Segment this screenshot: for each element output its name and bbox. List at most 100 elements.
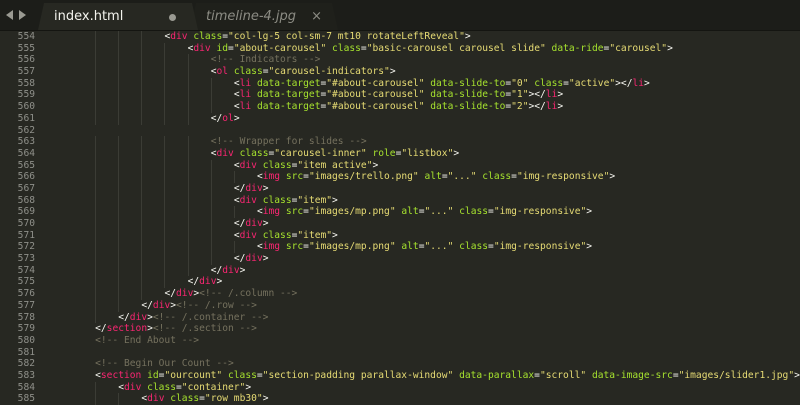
code-token: li (239, 77, 252, 89)
code-token: "#about-carousel" (326, 101, 425, 113)
code-line[interactable]: 557 <ol class="carousel-indicators"> (0, 66, 800, 78)
code-token: class (228, 369, 257, 381)
indent-guide (95, 288, 97, 300)
code-token: "carousel" (609, 42, 668, 54)
indent-guide (95, 77, 97, 90)
code-line[interactable]: 572 <img src="images/mp.png" alt="..." cl… (0, 241, 800, 254)
code-line[interactable]: 560 <li data-target="#about-carousel" dat… (0, 101, 800, 113)
code-line[interactable]: 585 <div class="row mb30"> (0, 393, 800, 405)
indent-guide (164, 229, 166, 242)
line-number: 554 (17, 31, 35, 42)
code-line[interactable]: 578 </div><!-- /.container --> (0, 311, 800, 324)
code-token: "container" (181, 381, 246, 393)
code-line[interactable]: 562 (0, 125, 800, 137)
code-token: data-ride (551, 42, 604, 54)
indent-guide (187, 182, 189, 195)
code-line[interactable]: 571 <div class="item"> (0, 229, 800, 242)
indent-guide (187, 241, 189, 254)
code-line[interactable]: 582 <!-- Begin Our Count --> (0, 358, 800, 370)
line-number: 574 (17, 264, 35, 276)
indent-guide (164, 276, 166, 289)
indent-guide (164, 89, 166, 102)
code-line[interactable]: 559 <li data-target="#about-carousel" dat… (0, 89, 800, 102)
nav-left-arrow-icon[interactable] (6, 10, 13, 20)
line-text: <div class="container"> (118, 382, 251, 394)
line-text: </ol> (211, 113, 240, 125)
code-token: > (557, 101, 564, 113)
code-line[interactable]: 577 </div><!-- /.row --> (0, 299, 800, 312)
code-token: <!-- Wrapper for slides --> (210, 136, 367, 148)
tab-label: timeline-4.jpg (206, 9, 297, 24)
code-token: src (285, 241, 304, 253)
code-line[interactable]: 563 <!-- Wrapper for slides --> (0, 136, 800, 148)
code-line[interactable]: 564 <div class="carousel-inner" role="lis… (0, 147, 800, 160)
nav-right-arrow-icon[interactable] (19, 10, 26, 20)
code-line[interactable]: 574 </div> (0, 264, 800, 277)
code-token: alt (424, 171, 442, 183)
line-number: 580 (17, 334, 35, 346)
indent-guide (141, 147, 143, 160)
code-line[interactable]: 565 <div class="item active"> (0, 159, 800, 172)
code-token: div (239, 194, 257, 206)
code-area[interactable]: 554 <div class="col-lg-5 col-sm-7 mt10 ro… (0, 31, 800, 405)
line-number: 562 (17, 124, 35, 136)
line-number: 564 (17, 147, 35, 159)
indent-guide (141, 276, 143, 289)
indent-guide (164, 159, 166, 172)
code-line[interactable]: 568 <div class="item"> (0, 194, 800, 207)
code-token: li (239, 101, 252, 113)
code-token: class (170, 393, 200, 405)
code-line[interactable]: 561 </ol> (0, 112, 800, 125)
code-token: class (459, 241, 489, 253)
code-line[interactable]: 569 <img src="images/mp.png" alt="..." cl… (0, 206, 800, 218)
code-token: li (239, 89, 252, 101)
code-token: div (152, 299, 171, 311)
indent-guide (164, 112, 166, 125)
code-line[interactable]: 567 </div> (0, 182, 800, 195)
code-line[interactable]: 576 </div><!-- /.column --> (0, 288, 800, 300)
unsaved-dot-icon[interactable] (169, 14, 176, 21)
code-token: img (262, 206, 281, 218)
close-icon[interactable]: × (311, 9, 322, 24)
code-line[interactable]: 555 <div id="about-carousel" class="basic… (0, 42, 800, 55)
indent-guide (187, 159, 189, 172)
code-line[interactable]: 556 <!-- Indicators --> (0, 54, 800, 67)
code-token: div (245, 182, 263, 194)
line-number: 565 (17, 159, 35, 171)
code-token: "carousel-inner" (274, 147, 367, 159)
code-line[interactable]: 558 <li data-target="#about-carousel" dat… (0, 77, 800, 90)
code-line[interactable]: 579 </section><!-- /.section --> (0, 323, 800, 335)
code-token: "..." (447, 171, 477, 183)
code-token: "listbox" (401, 147, 454, 159)
code-editor[interactable]: 554 <div class="col-lg-5 col-sm-7 mt10 ro… (0, 31, 800, 405)
indent-guide (95, 66, 97, 78)
tab-timeline-4-jpg[interactable]: timeline-4.jpg × (190, 3, 338, 30)
code-token: data-slide-to (430, 101, 506, 113)
indent-guide (95, 101, 97, 113)
code-token: "img-responsive" (516, 171, 610, 183)
code-token: class (233, 66, 263, 78)
code-line[interactable]: 573 </div> (0, 253, 800, 265)
indent-guide (95, 253, 97, 265)
code-token: "row mb30" (204, 393, 263, 405)
code-line[interactable]: 566 <img src="images/trello.png" alt="...… (0, 171, 800, 183)
line-text: <div id="about-carousel" class="basic-ca… (188, 43, 673, 55)
tab-index-html[interactable]: index.html (38, 3, 198, 30)
code-token: role (372, 147, 396, 159)
code-line[interactable]: 575 </div> (0, 276, 800, 289)
tab-label: index.html (54, 9, 124, 24)
code-line[interactable]: 554 <div class="col-lg-5 col-sm-7 mt10 ro… (0, 31, 800, 43)
code-line[interactable]: 583 <section id="ourcount" class="section… (0, 370, 800, 382)
code-line[interactable]: 570 </div> (0, 218, 800, 230)
code-token: li (632, 77, 645, 89)
indent-guide (95, 182, 97, 195)
code-line[interactable]: 581 (0, 347, 800, 359)
code-line[interactable]: 584 <div class="container"> (0, 381, 800, 394)
code-token: "item" (297, 194, 333, 206)
code-token: "col-lg-5 col-sm-7 mt10 rotateLeftReveal… (228, 31, 465, 42)
code-line[interactable]: 580 <!-- End About --> (0, 335, 800, 347)
indent-guide (141, 194, 143, 207)
indent-guide (141, 31, 143, 43)
code-token: data-parallax (459, 369, 535, 381)
indent-guide (141, 218, 143, 230)
